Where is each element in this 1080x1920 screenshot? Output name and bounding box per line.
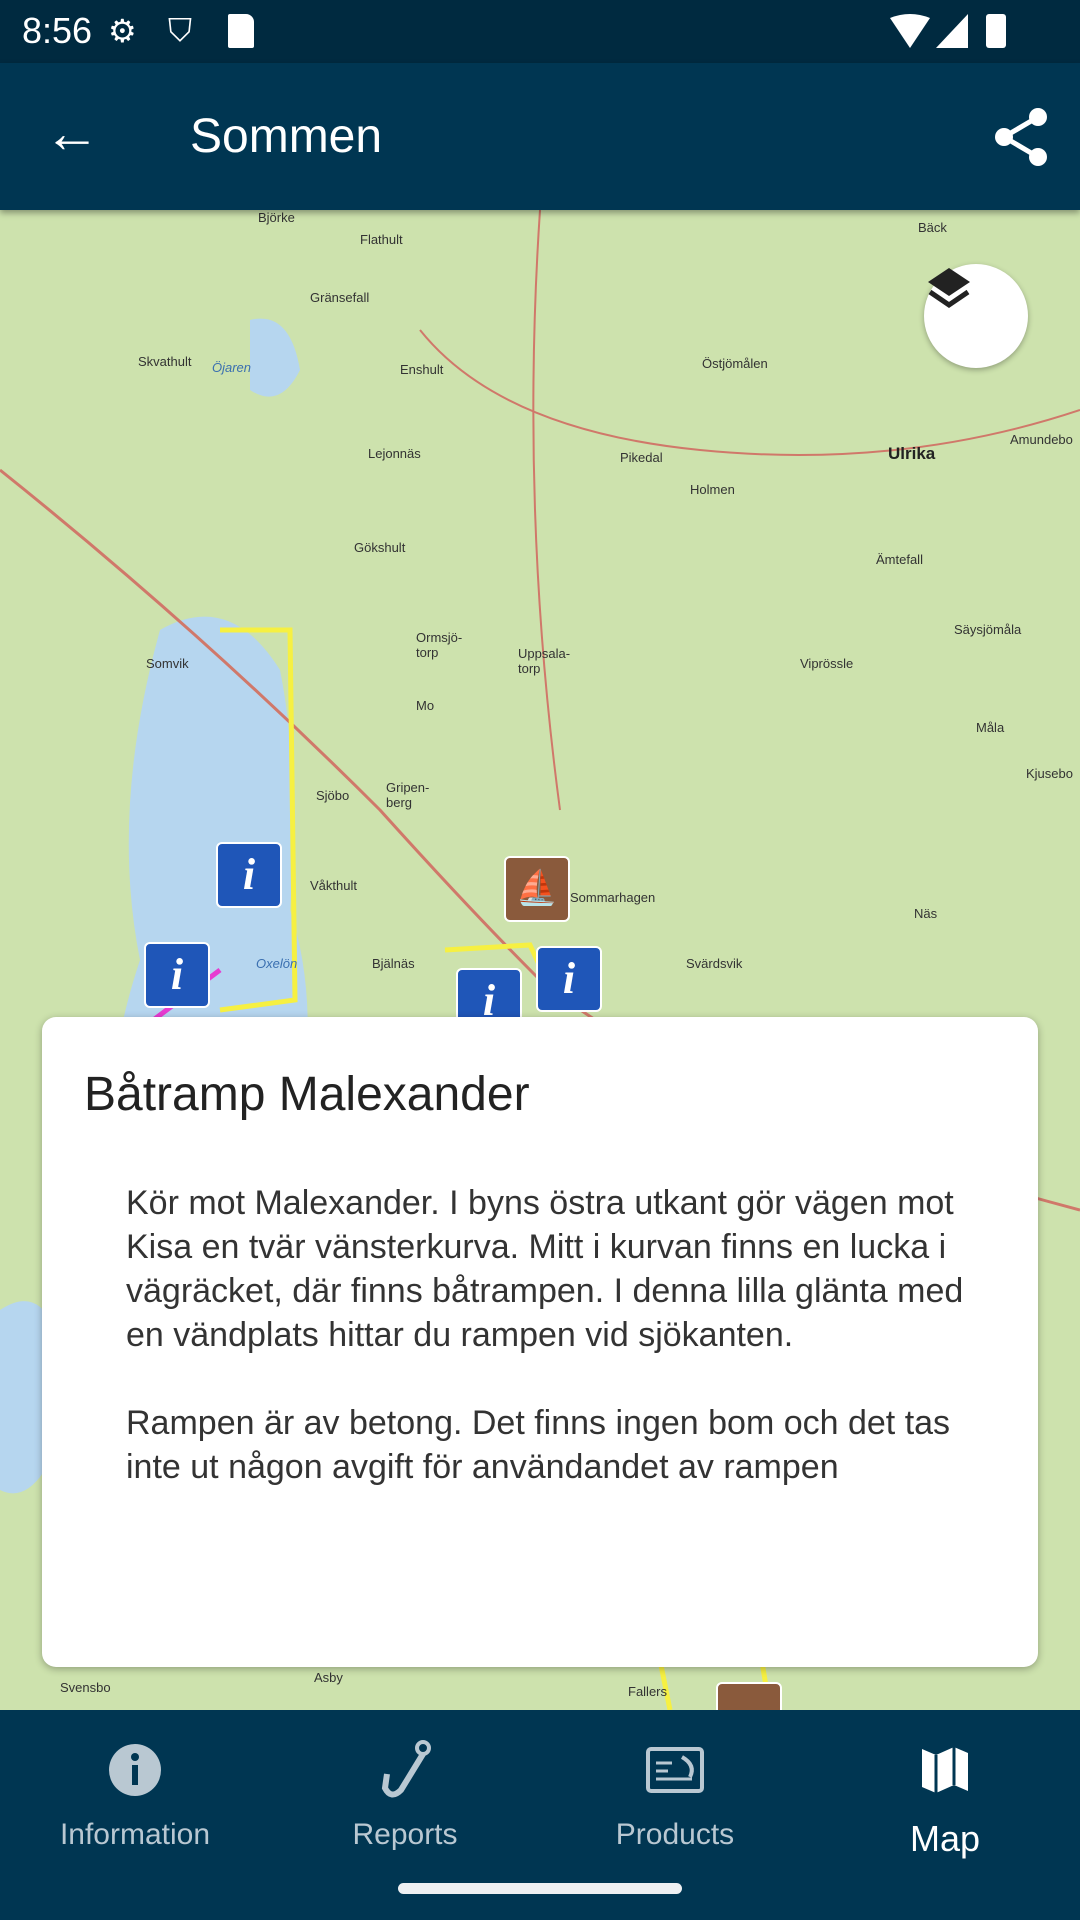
map-label: Fallers	[628, 1684, 668, 1699]
map-icon	[922, 1747, 968, 1793]
layers-icon	[928, 268, 970, 309]
info-poi-marker[interactable]: i	[216, 842, 282, 908]
map-label: Gränsefall	[310, 290, 370, 305]
map-label: Holmen	[690, 482, 735, 497]
map-label: Näs	[914, 906, 938, 921]
fishing-license-icon	[646, 1747, 704, 1793]
boat-ramp-marker[interactable]	[716, 1682, 782, 1710]
map-label: Mo	[416, 698, 435, 713]
map-label: Öjaren	[212, 360, 252, 375]
gesture-handle[interactable]	[398, 1883, 682, 1894]
poi-description: Kör mot Malexander. I byns östra utkant …	[126, 1181, 986, 1533]
map-label: Björke	[258, 210, 295, 225]
map-label: Svärdsvik	[686, 956, 743, 971]
poi-title: Båtramp Malexander	[84, 1068, 530, 1121]
layers-button[interactable]	[924, 264, 1028, 368]
arrow-left-icon[interactable]: ←	[44, 105, 100, 161]
description-paragraph: Rampen är av betong. Det finns ingen bom…	[126, 1404, 951, 1486]
map-label: Viprössle	[800, 656, 854, 671]
map-label: Ormsjö-torp	[416, 630, 463, 660]
map-label: Våkthult	[310, 878, 357, 893]
map-label: Oxelön	[256, 956, 298, 971]
map-label: Ämtefall	[876, 552, 923, 567]
page-title: Sommen	[190, 110, 383, 163]
tab-reports[interactable]: Reports	[270, 1734, 540, 1852]
map-label: Skvathult	[138, 354, 192, 369]
map-label: Sjöbo	[316, 788, 350, 803]
map-label: Gripen-berg	[386, 780, 430, 810]
tab-information[interactable]: Information	[0, 1734, 270, 1852]
map-label: Säysjömåla	[954, 622, 1022, 637]
map-label: Uppsala-torp	[518, 646, 571, 676]
map-label: Amundebo	[1010, 432, 1073, 447]
boat-ramp-marker[interactable]: ⛵	[504, 856, 570, 922]
map-label: Kjusebo	[1026, 766, 1073, 781]
info-icon	[109, 1744, 161, 1796]
map-label: Enshult	[400, 362, 444, 377]
clock: 8:56	[22, 10, 93, 51]
shield-play-icon: ⛉	[168, 12, 193, 48]
battery-icon	[986, 14, 1006, 48]
map-label: Sommarhagen	[570, 890, 656, 905]
map-label: Lejonnäs	[368, 446, 421, 461]
map-label: Flathult	[360, 232, 403, 247]
tab-products[interactable]: Products	[540, 1734, 810, 1852]
map-label: Svensbo	[60, 1680, 111, 1695]
map-label: Östjömålen	[702, 356, 768, 371]
description-paragraph: Kör mot Malexander. I byns östra utkant …	[126, 1184, 964, 1354]
map-label: Gökshult	[354, 540, 406, 555]
map-label: Bäck	[918, 220, 947, 235]
map-label: Måla	[976, 720, 1005, 735]
info-poi-marker[interactable]: i	[144, 942, 210, 1008]
tab-map[interactable]: Map	[810, 1734, 1080, 1860]
map-label: Asby	[314, 1670, 343, 1685]
poi-info-card: Båtramp Malexander Kör mot Malexander. I…	[42, 1017, 1038, 1667]
map-label: Pikedal	[620, 450, 663, 465]
status-bar: 8:56 ⚙ ⛉	[0, 0, 1080, 63]
tab-label: Products	[615, 1818, 735, 1851]
tab-label: Information	[59, 1818, 211, 1851]
sd-card-icon	[228, 14, 254, 48]
gear-icon: ⚙	[108, 13, 137, 49]
tab-label: Reports	[352, 1818, 458, 1851]
wifi-icon	[890, 14, 930, 48]
info-poi-marker[interactable]: i	[536, 946, 602, 1012]
app-bar: ← Sommen	[0, 63, 1080, 210]
map-label: Ulrika	[888, 444, 936, 463]
map-label: Bjälnäs	[372, 956, 415, 971]
tab-label: Map	[909, 1818, 981, 1859]
map-label: Somvik	[146, 656, 189, 671]
signal-icon	[936, 14, 968, 48]
share-icon[interactable]	[994, 107, 1050, 167]
fishing-hook-icon	[381, 1740, 431, 1798]
